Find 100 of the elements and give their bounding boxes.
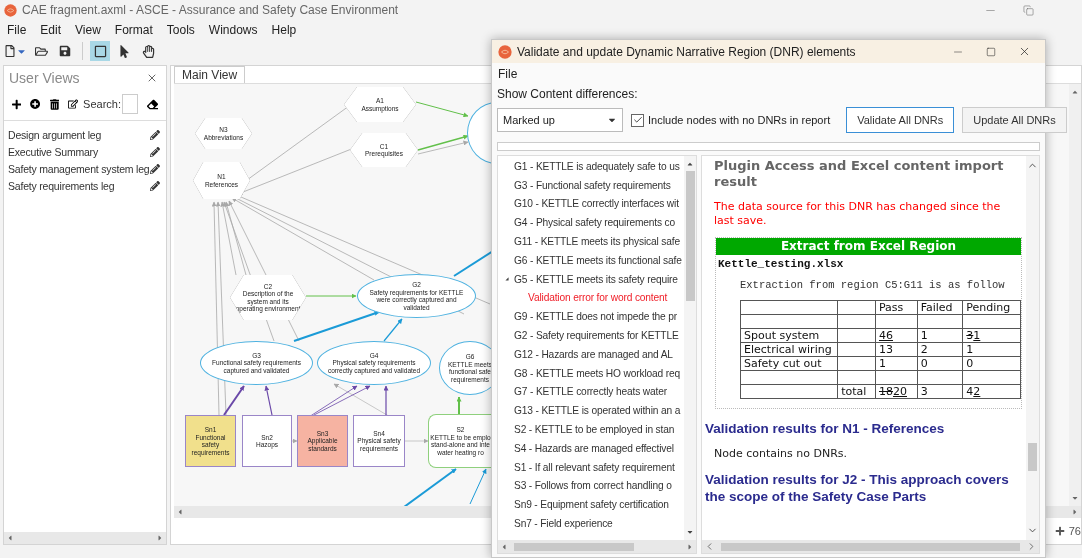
search-label: Search: bbox=[83, 98, 121, 110]
mode-dropdown[interactable]: Marked up bbox=[497, 108, 623, 132]
action-button[interactable]: Update All DNRs bbox=[962, 107, 1067, 133]
close-icon[interactable] bbox=[146, 72, 158, 84]
zoom-level: 76 bbox=[1068, 525, 1081, 537]
close-icon[interactable] bbox=[1018, 45, 1031, 58]
table-cell: 1 bbox=[875, 356, 918, 371]
pencil-icon[interactable] bbox=[150, 180, 160, 191]
tree-item[interactable]: G8 - KETTLE meets HO workload req bbox=[498, 363, 684, 383]
user-view-entry[interactable]: Executive Summary bbox=[8, 145, 98, 158]
scroll-up-icon[interactable] bbox=[686, 160, 694, 168]
delete-icon[interactable] bbox=[49, 98, 59, 110]
table-cell: 13 bbox=[875, 342, 918, 357]
pencil-icon[interactable] bbox=[150, 129, 160, 140]
edit-icon[interactable] bbox=[67, 98, 79, 110]
tree-item[interactable]: S1 - If all relevant safety requirement bbox=[498, 457, 684, 477]
search-field[interactable] bbox=[122, 94, 138, 114]
table-cell: total bbox=[837, 384, 876, 399]
tree-item[interactable]: G12 - Hazards are managed and AL bbox=[498, 344, 684, 364]
tree-item[interactable]: G2 - Safety requirements for KETTLE bbox=[498, 326, 684, 345]
connector-line bbox=[291, 438, 298, 444]
scroll-up-icon[interactable] bbox=[1071, 88, 1079, 96]
scrollbar-thumb[interactable] bbox=[514, 542, 634, 551]
table-cell: 0 bbox=[917, 356, 963, 371]
scroll-down-icon[interactable] bbox=[1071, 494, 1079, 502]
connector-line bbox=[403, 468, 457, 506]
scrollbar-thumb[interactable] bbox=[721, 542, 1020, 551]
tree-item[interactable]: G5 - KETTLE meets its safety require bbox=[498, 269, 684, 289]
tree-item[interactable]: Sn7 - Field experience bbox=[498, 514, 684, 533]
table-cell: 2 bbox=[917, 342, 963, 357]
menu-item[interactable]: Tools bbox=[166, 23, 195, 37]
pencil-icon[interactable] bbox=[150, 163, 160, 174]
table-cell: 1 bbox=[917, 328, 963, 343]
tree-item[interactable]: G13 - KETTLE is operated within an a bbox=[498, 401, 684, 421]
add-icon[interactable] bbox=[12, 98, 22, 110]
dialog-title: Validate and update Dynamic Narrative Region (DNR) elements bbox=[517, 44, 856, 59]
column-header: Failed bbox=[917, 300, 963, 315]
tree-item[interactable]: G9 - KETTLE does not impede the pr bbox=[498, 307, 684, 327]
connector-line bbox=[383, 318, 403, 342]
tree-item[interactable]: G3 - Functional safety requirements bbox=[498, 175, 684, 195]
menu-item[interactable]: Help bbox=[271, 23, 297, 37]
scroll-right-icon[interactable] bbox=[156, 534, 164, 542]
extract-title: Extract from Excel Region bbox=[716, 238, 1021, 255]
tree-item[interactable]: G10 - KETTLE correctly interfaces wit bbox=[498, 194, 684, 214]
extract-caption: Extraction from region C5:G11 is as follow bbox=[739, 278, 1006, 291]
menu-item[interactable]: Edit bbox=[40, 23, 62, 37]
scroll-down-icon[interactable] bbox=[686, 528, 694, 536]
report-heading: Plugin Access and Excel content import result bbox=[714, 158, 1005, 190]
tree-item[interactable]: S2 - KETTLE to be employed in stan bbox=[498, 420, 684, 439]
menu-item[interactable]: Format bbox=[114, 23, 153, 37]
tool-button[interactable] bbox=[90, 41, 110, 61]
connector-line bbox=[417, 134, 469, 151]
table-cell: 1 bbox=[962, 342, 1021, 357]
pencil-icon[interactable] bbox=[150, 146, 160, 157]
scroll-left-icon[interactable] bbox=[176, 508, 184, 516]
tree-item[interactable]: G11 - KETTLE meets its physical safe bbox=[498, 232, 684, 251]
scrollbar-thumb[interactable] bbox=[685, 171, 695, 301]
horizontal-scrollbar[interactable] bbox=[4, 532, 166, 544]
scroll-left-icon[interactable] bbox=[6, 534, 14, 542]
scroll-right-icon[interactable] bbox=[1071, 508, 1079, 516]
horizontal-scrollbar[interactable] bbox=[702, 540, 1039, 553]
pointer-icon bbox=[117, 44, 131, 58]
menu-item[interactable]: File bbox=[498, 67, 518, 81]
tree-item[interactable]: G4 - Physical safety requirements co bbox=[498, 213, 684, 233]
user-view-entry[interactable]: Design argument leg bbox=[8, 128, 102, 141]
tree-item[interactable]: S4 - Hazards are managed effectivel bbox=[498, 438, 684, 458]
main-view-tab[interactable]: Main View bbox=[174, 66, 246, 83]
horizontal-scrollbar[interactable] bbox=[498, 540, 696, 553]
menu-item[interactable]: View bbox=[75, 23, 101, 37]
tree-item[interactable]: G1 - KETTLE is adequately safe to us bbox=[498, 157, 684, 176]
check-icon bbox=[632, 115, 643, 125]
maximize-icon[interactable] bbox=[986, 46, 996, 57]
scroll-left-icon[interactable] bbox=[500, 542, 508, 551]
window-title: CAE fragment.axml - ASCE - Assurance and Safety Case Environment bbox=[22, 3, 399, 17]
tree-item[interactable]: S3 - Follows from correct handling o bbox=[498, 476, 684, 496]
tree-item[interactable]: G6 - KETTLE meets its functional safe bbox=[498, 251, 684, 270]
table-cell: Safety cut out bbox=[740, 356, 838, 371]
vertical-scrollbar[interactable] bbox=[684, 156, 696, 540]
user-view-entry[interactable]: Safety management system leg bbox=[8, 162, 150, 175]
user-view-entry[interactable]: Safety requirements leg bbox=[8, 179, 115, 192]
error-item[interactable]: Validation error for word content bbox=[498, 288, 684, 308]
connector-line bbox=[469, 468, 487, 505]
menu-item[interactable]: File bbox=[7, 23, 27, 37]
file-icon bbox=[4, 45, 16, 57]
tree-item[interactable]: G7 - KETTLE correctly heats water bbox=[498, 382, 684, 402]
table-cell: 3 bbox=[917, 384, 963, 399]
eraser-icon[interactable] bbox=[147, 97, 158, 111]
section-heading: Validation results for J2 - This approach covers the scope of the Safety Case Parts bbox=[705, 471, 1010, 505]
hand-icon bbox=[141, 44, 155, 58]
tree-item[interactable]: Sn9 - Equipment safety certification bbox=[498, 495, 684, 515]
scrollbar-thumb[interactable] bbox=[1028, 443, 1037, 471]
checkbox[interactable] bbox=[631, 113, 644, 127]
vertical-scrollbar[interactable] bbox=[1069, 84, 1081, 506]
app-logo-icon bbox=[498, 44, 512, 59]
scroll-right-icon[interactable] bbox=[686, 542, 694, 551]
action-button[interactable]: Validate All DNRs bbox=[846, 107, 955, 133]
vertical-scrollbar[interactable] bbox=[1026, 156, 1039, 540]
section-heading: Validation results for N1 - References bbox=[705, 420, 946, 437]
menu-item[interactable]: Windows bbox=[208, 23, 258, 37]
zoom-in-icon[interactable] bbox=[1054, 526, 1065, 536]
